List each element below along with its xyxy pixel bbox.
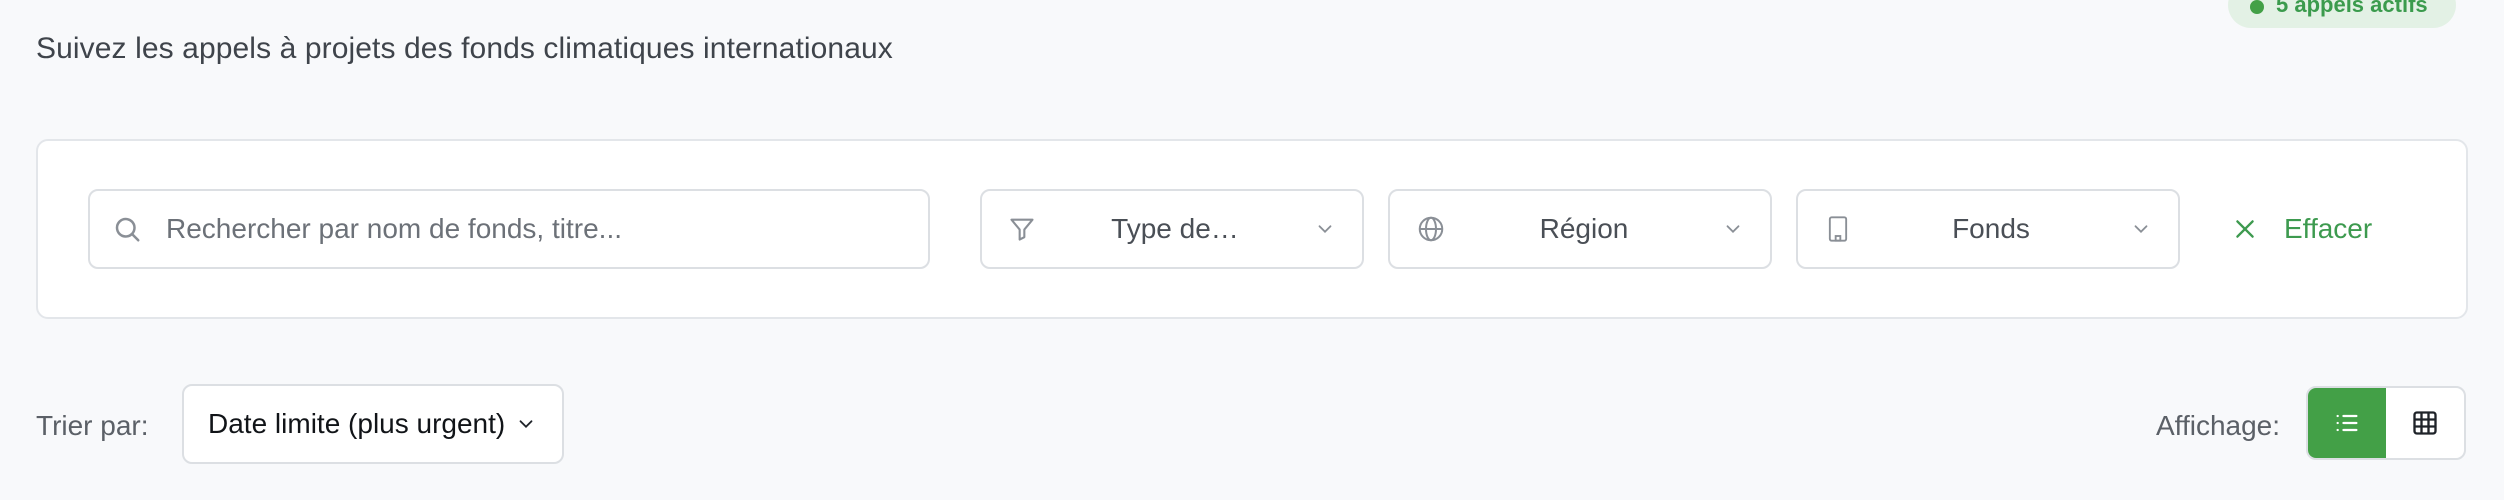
sort-select[interactable]: Date limite (plus urgent) — [182, 384, 564, 464]
region-filter-select[interactable]: Région — [1388, 189, 1772, 269]
fund-filter-select[interactable]: Fonds — [1796, 189, 2180, 269]
view-label: Affichage: — [2156, 410, 2281, 441]
clear-filters-label: Effacer — [2284, 213, 2373, 244]
list-icon — [2333, 409, 2361, 437]
region-filter-label: Région — [1539, 213, 1629, 244]
grid-icon — [2411, 409, 2439, 437]
filter-panel: Rechercher par nom de fonds, titre... Ty… — [36, 139, 2468, 319]
search-input[interactable]: Rechercher par nom de fonds, titre... — [88, 189, 930, 269]
grid-view-button[interactable] — [2386, 388, 2464, 458]
list-view-button[interactable] — [2308, 388, 2386, 458]
filter-icon — [1008, 215, 1036, 243]
sort-selected-value: Date limite (plus urgent) — [208, 408, 506, 439]
status-dot-icon — [2250, 0, 2264, 14]
view-mode-toggle — [2306, 386, 2466, 460]
chevron-down-icon — [2130, 218, 2152, 240]
globe-icon — [1416, 214, 1446, 244]
clear-filters-button[interactable]: Effacer — [2232, 189, 2372, 269]
fund-filter-label: Fonds — [1952, 213, 2030, 244]
sort-label: Trier par: — [36, 410, 149, 441]
search-placeholder: Rechercher par nom de fonds, titre... — [166, 213, 622, 244]
type-filter-select[interactable]: Type de… — [980, 189, 1364, 269]
active-calls-label: 5 appels actifs — [2276, 0, 2428, 17]
type-filter-label: Type de… — [1111, 213, 1239, 244]
search-icon — [112, 214, 142, 244]
close-icon — [2232, 216, 2258, 242]
chevron-down-icon — [515, 413, 537, 435]
chevron-down-icon — [1314, 218, 1336, 240]
active-calls-badge: 5 appels actifs — [2228, 0, 2456, 28]
chevron-down-icon — [1722, 218, 1744, 240]
building-icon — [1824, 214, 1852, 244]
page-subtitle: Suivez les appels à projets des fonds cl… — [36, 32, 893, 65]
